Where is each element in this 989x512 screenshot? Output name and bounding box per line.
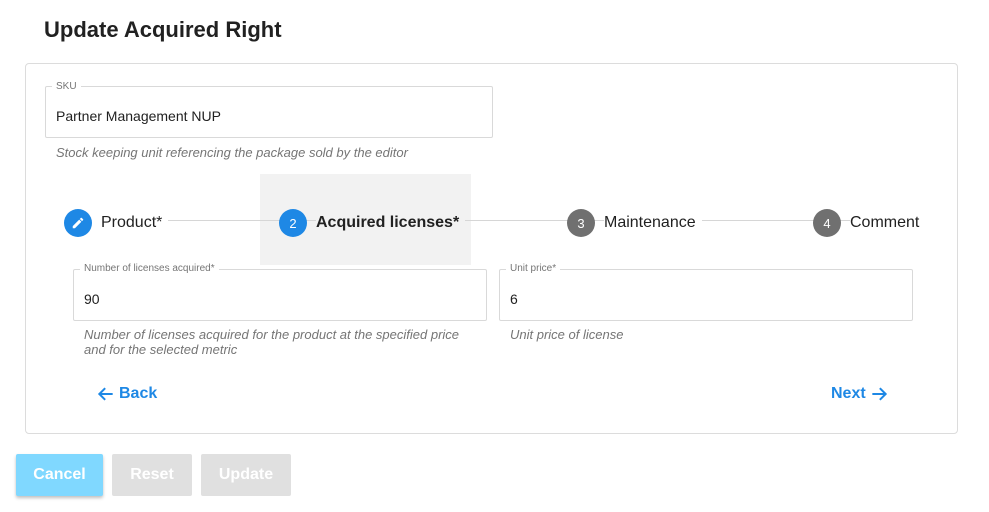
reset-button[interactable]: Reset: [112, 454, 192, 496]
cancel-button[interactable]: Cancel: [16, 454, 103, 496]
unit-price-label: Unit price*: [506, 263, 561, 275]
step-acquired-licenses-label: Acquired licenses*: [316, 214, 466, 232]
licenses-hint: Number of licenses acquired for the prod…: [84, 327, 460, 357]
unit-price-field[interactable]: Unit price*: [499, 263, 913, 321]
update-button[interactable]: Update: [201, 454, 291, 496]
step-acquired-licenses[interactable]: 2 Acquired licenses*: [279, 209, 466, 237]
step-maintenance[interactable]: 3 Maintenance: [567, 209, 702, 237]
sku-field[interactable]: SKU: [45, 81, 493, 138]
step-product-label: Product*: [101, 214, 163, 231]
unit-price-input[interactable]: [510, 291, 902, 307]
sku-hint: Stock keeping unit referencing the packa…: [56, 145, 408, 160]
pencil-icon: [64, 209, 92, 237]
step-comment-label: Comment: [850, 214, 920, 231]
step-product[interactable]: Product*: [64, 209, 169, 237]
licenses-field[interactable]: Number of licenses acquired*: [73, 263, 487, 321]
page-title: Update Acquired Right: [44, 17, 282, 42]
arrow-right-icon: [872, 387, 887, 401]
step-number: 2: [279, 209, 307, 237]
licenses-input[interactable]: [84, 291, 476, 307]
next-label: Next: [831, 385, 866, 402]
licenses-label: Number of licenses acquired*: [80, 263, 219, 275]
form-card: SKU Stock keeping unit referencing the p…: [25, 63, 958, 434]
next-button[interactable]: Next: [831, 384, 889, 404]
step-comment[interactable]: 4 Comment: [813, 209, 926, 237]
stepper-connector-line: [106, 220, 886, 221]
arrow-left-icon: [97, 387, 113, 401]
sku-label: SKU: [52, 81, 81, 93]
step-number: 3: [567, 209, 595, 237]
unit-price-hint: Unit price of license: [510, 327, 624, 342]
step-maintenance-label: Maintenance: [604, 214, 696, 231]
sku-input[interactable]: [56, 108, 482, 124]
back-label: Back: [119, 385, 158, 402]
back-button[interactable]: Back: [96, 384, 157, 404]
step-number: 4: [813, 209, 841, 237]
